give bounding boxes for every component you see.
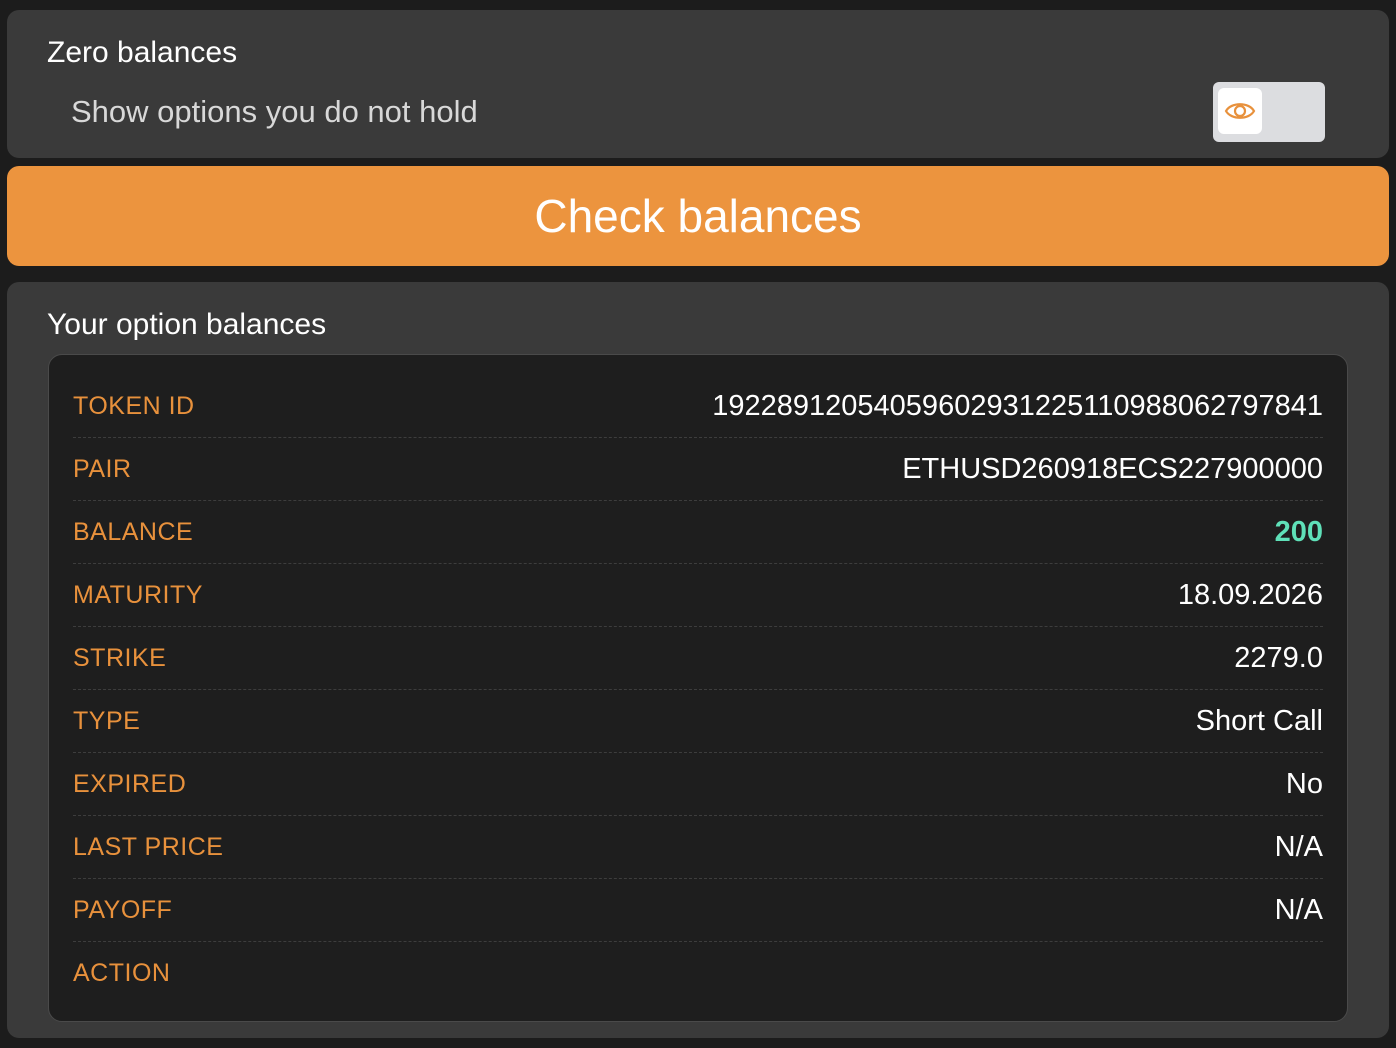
- row-value: 19228912054059602931225110988062797841: [712, 389, 1323, 422]
- balance-row-pair: PAIR ETHUSD260918ECS227900000: [73, 438, 1323, 501]
- row-value: Short Call: [1195, 704, 1323, 737]
- row-label: PAYOFF: [73, 895, 173, 924]
- row-value: ETHUSD260918ECS227900000: [902, 452, 1323, 485]
- row-label: TYPE: [73, 706, 141, 735]
- row-value: N/A: [1274, 830, 1323, 863]
- balance-row-last-price: LAST PRICE N/A: [73, 816, 1323, 879]
- row-value: No: [1285, 767, 1323, 800]
- balance-row-action: ACTION: [73, 942, 1323, 1005]
- page: Zero balances Show options you do not ho…: [0, 0, 1396, 1048]
- show-zero-balances-toggle[interactable]: [1213, 82, 1325, 142]
- row-label: PAIR: [73, 454, 132, 483]
- row-label: LAST PRICE: [73, 832, 224, 861]
- zero-balances-description: Show options you do not hold: [71, 94, 478, 129]
- balance-row-token-id: TOKEN ID 19228912054059602931225110988062…: [73, 375, 1323, 438]
- toggle-knob[interactable]: [1218, 88, 1262, 134]
- check-balances-button[interactable]: Check balances: [7, 166, 1389, 266]
- row-value: 18.09.2026: [1177, 578, 1323, 611]
- row-label: STRIKE: [73, 643, 167, 672]
- row-label: EXPIRED: [73, 769, 187, 798]
- eye-icon: [1224, 103, 1256, 119]
- zero-balances-card: Zero balances Show options you do not ho…: [7, 10, 1389, 158]
- option-balances-card: Your option balances TOKEN ID 19228912054…: [7, 282, 1389, 1038]
- row-label: BALANCE: [73, 517, 194, 546]
- row-label: MATURITY: [73, 580, 203, 609]
- balance-row-maturity: MATURITY 18.09.2026: [73, 564, 1323, 627]
- zero-balances-title: Zero balances: [47, 36, 238, 69]
- option-balances-title: Your option balances: [47, 308, 327, 341]
- row-value: 200: [1274, 515, 1323, 548]
- balance-row-strike: STRIKE 2279.0: [73, 627, 1323, 690]
- balance-row-type: TYPE Short Call: [73, 690, 1323, 753]
- row-label: ACTION: [73, 959, 171, 987]
- balance-row-expired: EXPIRED No: [73, 753, 1323, 816]
- row-value: N/A: [1274, 893, 1323, 926]
- row-value: 2279.0: [1234, 641, 1323, 674]
- balance-row-payoff: PAYOFF N/A: [73, 879, 1323, 942]
- row-label: TOKEN ID: [73, 391, 195, 420]
- option-balance-rows: TOKEN ID 19228912054059602931225110988062…: [73, 375, 1323, 1005]
- option-balance-table: TOKEN ID 19228912054059602931225110988062…: [48, 354, 1348, 1022]
- balance-row-balance: BALANCE 200: [73, 501, 1323, 564]
